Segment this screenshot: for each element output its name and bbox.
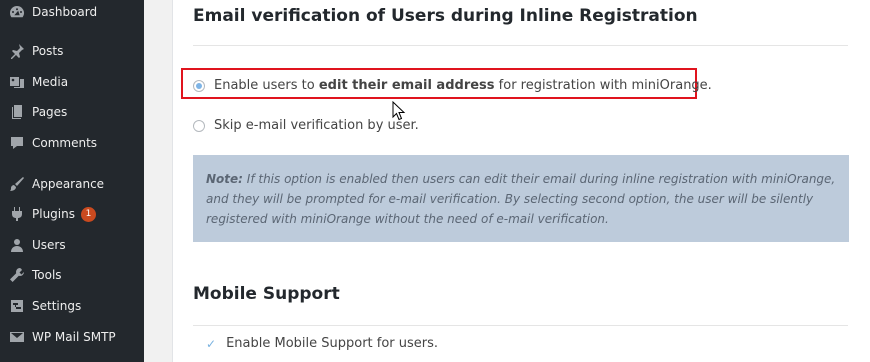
- sidebar-item-label: Settings: [32, 299, 82, 313]
- dashboard-icon: [9, 4, 25, 20]
- sidebar-item-comments[interactable]: Comments: [0, 131, 144, 155]
- mouse-cursor-icon: [392, 101, 406, 121]
- sidebar-item-tools[interactable]: Tools: [0, 263, 144, 287]
- edit-email-option[interactable]: Enable users to edit their email address…: [193, 78, 712, 93]
- sidebar-item-posts[interactable]: Posts: [0, 39, 144, 63]
- skip-verification-radio[interactable]: [193, 119, 205, 132]
- option-label-bold: edit their email address: [318, 78, 495, 93]
- mobile-support-heading: Mobile Support: [193, 284, 340, 304]
- sidebar-item-plugins[interactable]: Plugins 1: [0, 202, 144, 226]
- sidebar-item-label: Posts: [32, 44, 64, 58]
- sidebar-item-pages[interactable]: Pages: [0, 100, 144, 124]
- pin-icon: [9, 43, 25, 59]
- user-icon: [9, 237, 25, 253]
- mobile-support-option[interactable]: ✓ Enable Mobile Support for users.: [206, 336, 438, 351]
- sidebar-item-wp-mail-smtp[interactable]: WP Mail SMTP: [0, 325, 144, 349]
- skip-verification-label: Skip e-mail verification by user.: [214, 118, 419, 133]
- sidebar-item-appearance[interactable]: Appearance: [0, 172, 144, 196]
- sidebar-item-label: Appearance: [32, 177, 105, 191]
- settings-icon: [9, 298, 25, 314]
- sidebar-item-label: Comments: [32, 136, 98, 150]
- brush-icon: [9, 176, 25, 192]
- sidebar-item-label: Users: [32, 238, 66, 252]
- section-divider: [193, 325, 848, 326]
- checkmark-icon[interactable]: ✓: [206, 337, 216, 351]
- sidebar-item-label: Plugins: [32, 207, 75, 221]
- sidebar-item-media[interactable]: Media: [0, 70, 144, 94]
- note-text: If this option is enabled then users can…: [206, 172, 836, 226]
- comment-icon: [9, 135, 25, 151]
- option-label-suffix: for registration with miniOrange.: [494, 78, 712, 93]
- media-icon: [9, 74, 25, 90]
- note-box: Note: If this option is enabled then use…: [193, 155, 849, 242]
- pages-icon: [9, 104, 25, 120]
- sidebar-item-dashboard[interactable]: Dashboard: [0, 0, 144, 24]
- option-label-prefix: Enable users to: [214, 78, 319, 93]
- sidebar-item-users[interactable]: Users: [0, 233, 144, 257]
- section-divider: [193, 45, 848, 46]
- note-label: Note:: [206, 172, 243, 186]
- skip-verification-option[interactable]: Skip e-mail verification by user.: [193, 118, 419, 133]
- sidebar-item-label: WP Mail SMTP: [32, 330, 116, 344]
- plugin-icon: [9, 206, 25, 222]
- wrench-icon: [9, 267, 25, 283]
- sidebar-item-label: Dashboard: [32, 5, 98, 19]
- sidebar-item-label: Tools: [32, 268, 62, 282]
- edit-email-radio[interactable]: [193, 79, 205, 92]
- email-verification-heading: Email verification of Users during Inlin…: [193, 6, 698, 26]
- mail-icon: [9, 329, 25, 345]
- mobile-support-label: Enable Mobile Support for users.: [226, 336, 439, 351]
- sidebar-item-label: Media: [32, 75, 69, 89]
- settings-panel: Email verification of Users during Inlin…: [172, 0, 870, 362]
- edit-email-option-label: Enable users to edit their email address…: [214, 78, 712, 93]
- update-count-badge: 1: [80, 206, 96, 222]
- admin-sidebar: Dashboard Posts Media Pages Comments App…: [0, 0, 144, 362]
- sidebar-item-settings[interactable]: Settings: [0, 294, 144, 318]
- sidebar-item-label: Pages: [32, 105, 68, 119]
